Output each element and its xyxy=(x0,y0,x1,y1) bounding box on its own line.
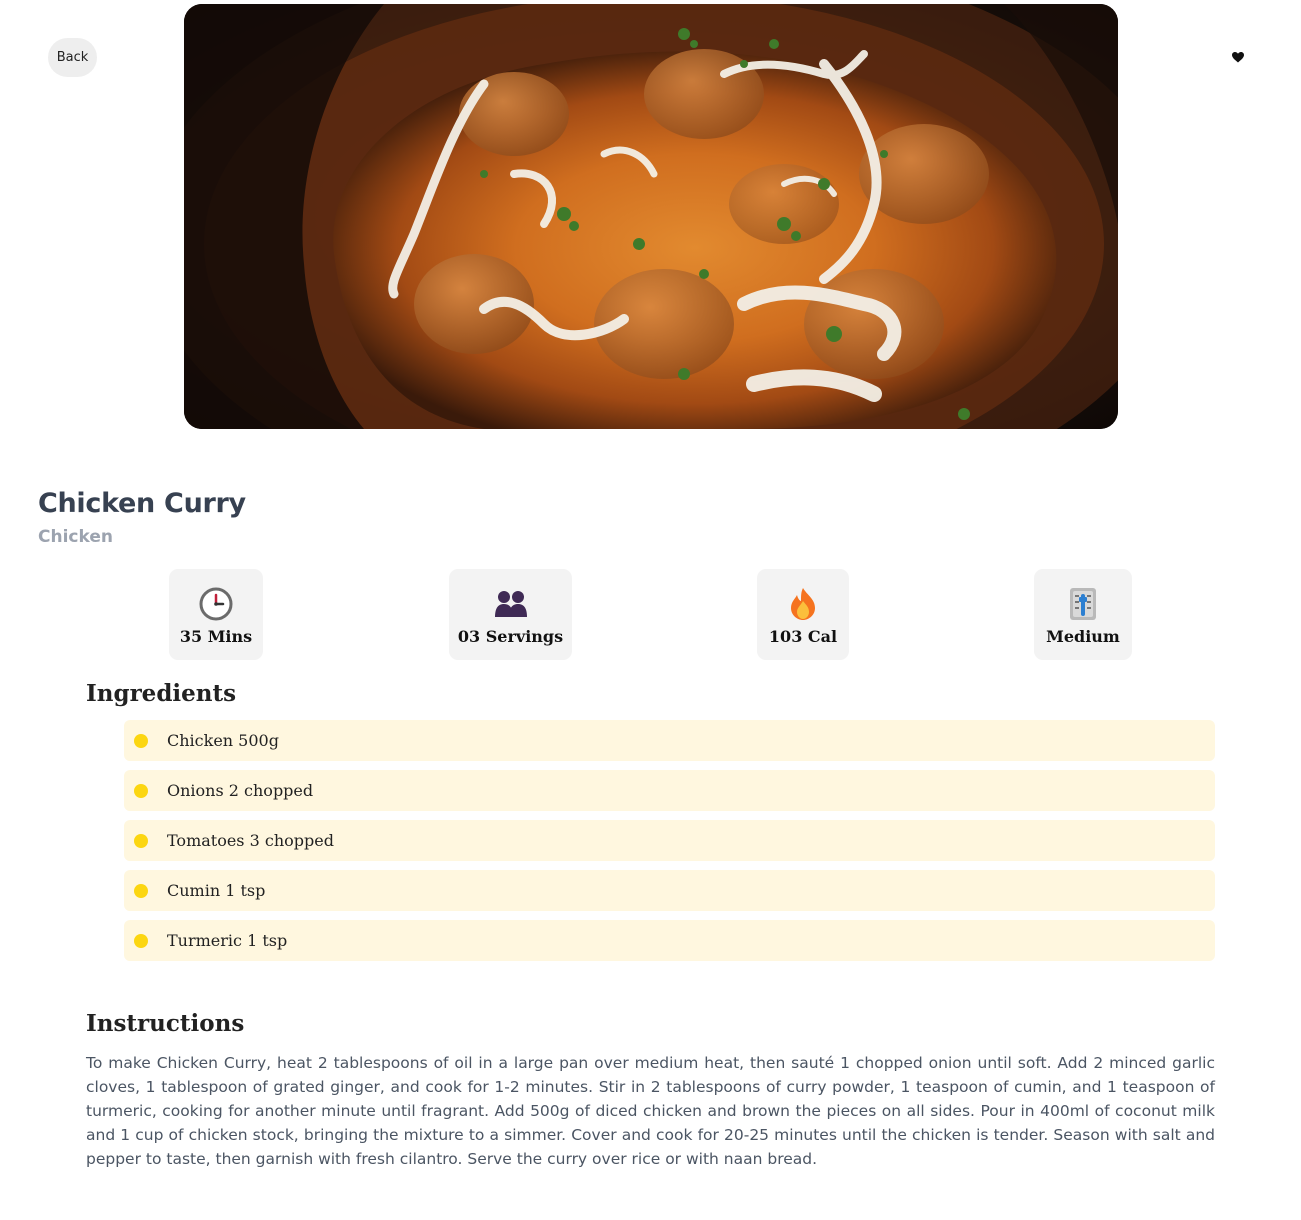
back-button-label: Back xyxy=(56,50,89,65)
clock-icon xyxy=(199,587,233,621)
stat-time-label: 35 Mins xyxy=(179,627,253,646)
favorite-button[interactable] xyxy=(1230,48,1246,66)
ingredient-item: Tomatoes 3 chopped xyxy=(124,820,1215,861)
ingredient-item: Turmeric 1 tsp xyxy=(124,920,1215,961)
people-icon xyxy=(494,587,528,621)
recipe-hero-image xyxy=(184,4,1118,429)
ingredients-heading: Ingredients xyxy=(86,680,237,707)
ingredient-item: Onions 2 chopped xyxy=(124,770,1215,811)
heart-icon xyxy=(1232,51,1244,62)
stat-difficulty: Medium xyxy=(1034,569,1132,660)
ingredients-list: Chicken 500g Onions 2 chopped Tomatoes 3… xyxy=(124,720,1215,970)
ingredient-text: Cumin 1 tsp xyxy=(167,881,266,900)
bullet-dot-icon xyxy=(134,783,148,798)
stat-difficulty-label: Medium xyxy=(1046,627,1120,646)
recipe-title: Chicken Curry xyxy=(38,488,246,519)
fire-icon xyxy=(789,587,817,621)
instructions-heading: Instructions xyxy=(86,1010,245,1037)
ingredient-item: Chicken 500g xyxy=(124,720,1215,761)
back-button[interactable]: Back xyxy=(48,38,97,77)
instructions-text: To make Chicken Curry, heat 2 tablespoon… xyxy=(86,1054,1215,1168)
stat-calories: 103 Cal xyxy=(757,569,849,660)
ingredient-text: Turmeric 1 tsp xyxy=(167,931,288,950)
recipe-detail-page: Back Chicken Curry Chicken 35 Mins 03 Se… xyxy=(0,0,1301,1220)
stat-servings: 03 Servings xyxy=(449,569,572,660)
recipe-category: Chicken xyxy=(38,527,113,547)
bullet-dot-icon xyxy=(134,883,148,898)
bullet-dot-icon xyxy=(134,833,148,848)
stat-time: 35 Mins xyxy=(169,569,263,660)
bullet-dot-icon xyxy=(134,733,148,748)
difficulty-icon xyxy=(1069,587,1097,621)
ingredient-text: Onions 2 chopped xyxy=(167,781,314,800)
ingredient-item: Cumin 1 tsp xyxy=(124,870,1215,911)
ingredient-text: Tomatoes 3 chopped xyxy=(167,831,334,850)
bullet-dot-icon xyxy=(134,933,148,948)
stat-servings-label: 03 Servings xyxy=(457,627,564,646)
stat-calories-label: 103 Cal xyxy=(768,627,838,646)
ingredient-text: Chicken 500g xyxy=(167,731,279,750)
